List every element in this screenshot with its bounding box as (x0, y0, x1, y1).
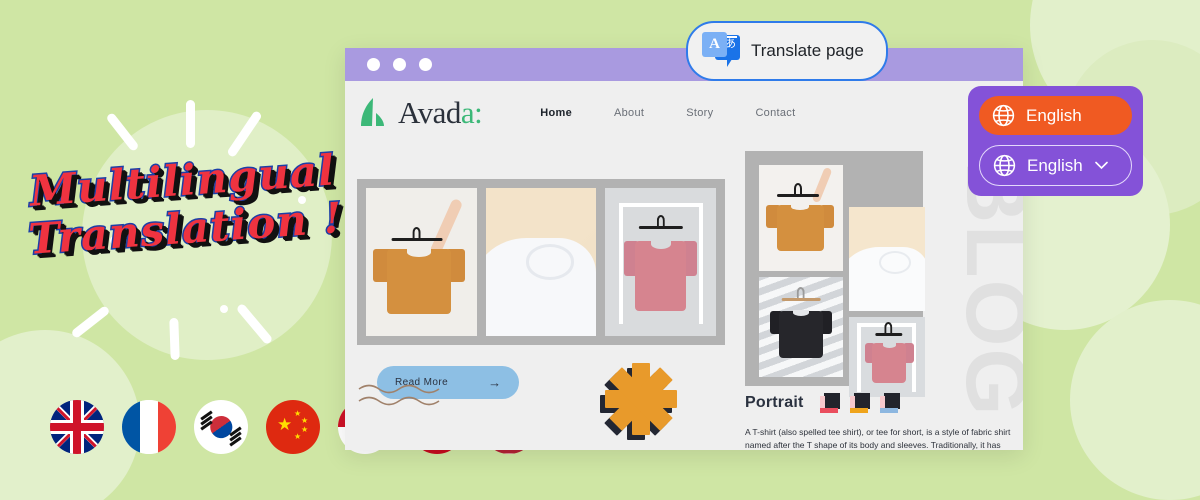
photo-black-tshirt-with-blinds (759, 277, 843, 377)
background-circle-left (82, 110, 332, 360)
browser-window: BLOG Avada: Home About Story Contact Rea… (345, 48, 1023, 450)
portrait-title: Portrait (745, 394, 804, 411)
flag-united-kingdom-icon (50, 400, 104, 454)
burst-dot (110, 236, 119, 245)
color-swatch-blue[interactable] (879, 393, 900, 413)
logo-text-dark: Avad (398, 95, 461, 130)
background-blob-right-4 (1070, 300, 1200, 500)
current-language-button[interactable]: English (979, 96, 1132, 135)
arrow-right-icon: → (488, 375, 502, 390)
site-nav: Home About Story Contact (540, 107, 795, 119)
burst-dot (298, 196, 306, 204)
color-swatch-red[interactable] (819, 393, 840, 413)
window-dot-minimize[interactable] (393, 58, 406, 71)
logo-text-accent: a: (460, 95, 483, 130)
chevron-down-icon (1094, 158, 1108, 173)
flag-france-icon (122, 400, 176, 454)
globe-icon (991, 103, 1016, 128)
color-swatch-orange[interactable] (849, 393, 870, 413)
nav-item-contact[interactable]: Contact (755, 107, 795, 119)
photo-white-tshirt-closeup (485, 188, 597, 336)
photo-pink-tshirt-on-rack (849, 317, 925, 397)
burst-dot (220, 305, 228, 313)
photo-orange-tshirt-on-hanger (366, 188, 477, 336)
product-description: A T-shirt (also spelled tee shirt), or t… (745, 427, 1011, 450)
translate-icon-letter: A (709, 36, 720, 52)
blog-watermark: BLOG (948, 161, 1023, 418)
portrait-section: Portrait (745, 393, 900, 413)
logo-text: Avada: (398, 95, 483, 131)
nav-item-story[interactable]: Story (686, 107, 713, 119)
browser-viewport: BLOG Avada: Home About Story Contact Rea… (345, 81, 1023, 450)
product-collage (745, 151, 925, 397)
language-selector-widget: English English (968, 86, 1143, 196)
nav-item-about[interactable]: About (614, 107, 644, 119)
translate-page-label: Translate page (751, 41, 864, 60)
hero-photo-strip (357, 179, 725, 345)
photo-pink-tshirt-on-rack (605, 188, 717, 336)
browser-title-bar (345, 48, 1023, 81)
squiggle-decoration (357, 381, 477, 411)
color-swatches (819, 393, 900, 413)
language-dropdown-label: English (1027, 155, 1083, 175)
leaf-mark-icon (359, 97, 389, 129)
translate-page-button[interactable]: あ A Translate page (686, 21, 888, 81)
window-dot-maximize[interactable] (419, 58, 432, 71)
asterisk-decoration-icon (600, 361, 679, 440)
nav-item-home[interactable]: Home (540, 107, 572, 119)
flag-china-icon: ★ ★ ★ ★ ★ (266, 400, 320, 454)
burst-ray (186, 100, 195, 148)
flag-south-korea-icon (194, 400, 248, 454)
globe-icon (992, 153, 1017, 178)
site-logo[interactable]: Avada: (359, 95, 483, 131)
burst-ray (70, 304, 111, 340)
photo-white-tshirt-closeup (849, 207, 925, 311)
site-header: Avada: Home About Story Contact (345, 81, 1023, 131)
current-language-label: English (1026, 105, 1082, 125)
language-dropdown[interactable]: English (979, 145, 1132, 186)
translate-icon: あ A (702, 32, 740, 70)
photo-orange-tshirt-on-hanger (759, 165, 843, 271)
burst-ray (169, 317, 180, 361)
window-dot-close[interactable] (367, 58, 380, 71)
promo-banner: Multilingual Translation ! ★ ★ ★ ★ ★ ★★★… (0, 0, 1200, 500)
